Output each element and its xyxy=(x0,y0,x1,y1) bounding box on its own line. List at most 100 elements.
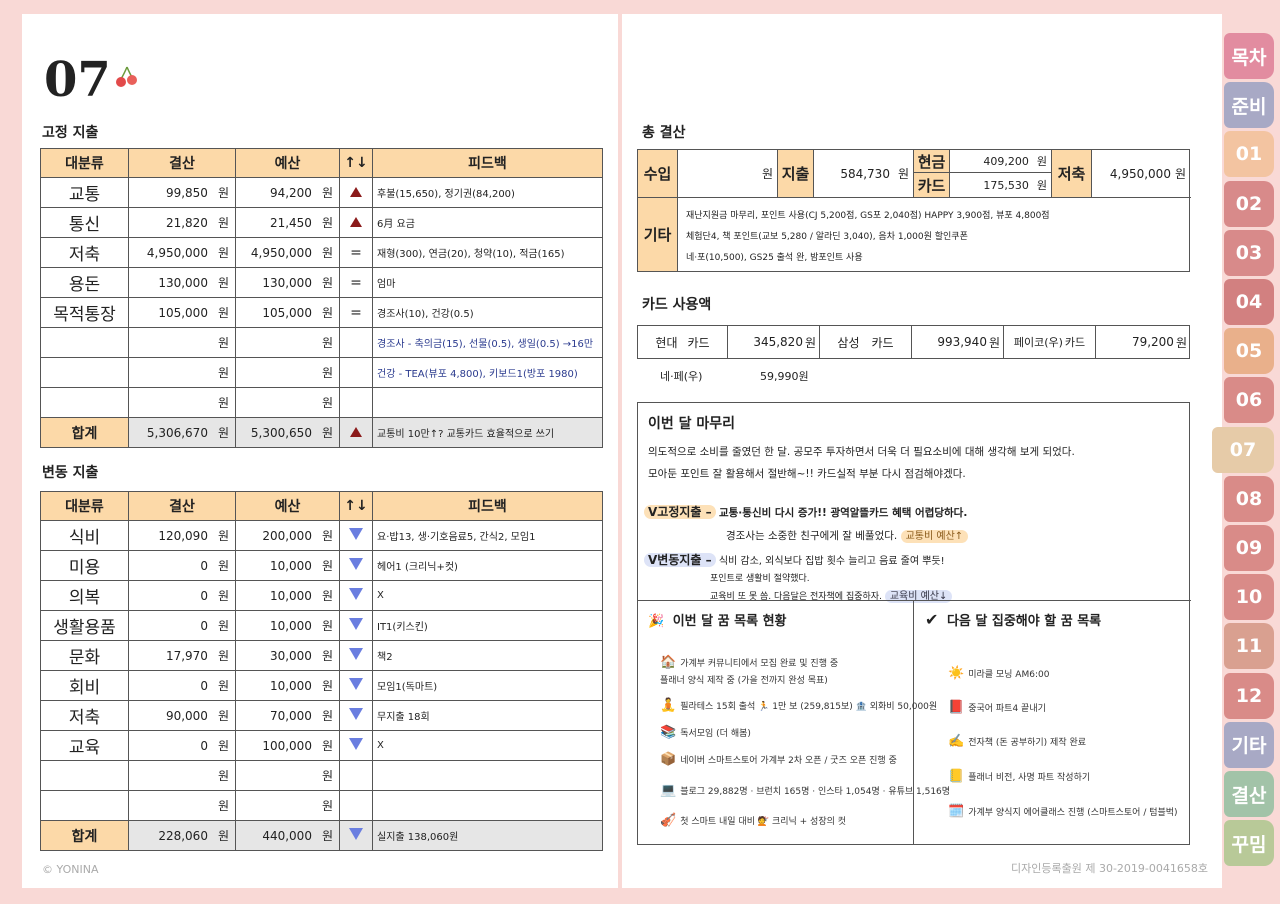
col-feedback: 피드백 xyxy=(372,491,603,521)
category-cell: 목적통장 xyxy=(40,297,129,328)
feedback-cell: 무지출 18회 xyxy=(372,700,603,731)
updown-cell xyxy=(339,700,373,731)
budget-cell: 10,000 원 xyxy=(235,610,340,641)
won-unit: 원 xyxy=(321,739,333,753)
tab-준비[interactable]: 준비 xyxy=(1224,82,1274,129)
won-unit: 원 xyxy=(321,679,333,693)
feedback-cell: 헤어1 (크리닉+컷) xyxy=(372,550,603,581)
feedback-cell: 건강 - TEA(뷰포 4,800), 키보드1(방포 1980) xyxy=(372,357,603,388)
dreams-now-title: 이번 달 꿈 목록 현황 xyxy=(672,614,787,629)
card-value: 79,200 xyxy=(1131,335,1174,349)
extra-card-name: 네·페(우) xyxy=(660,370,703,383)
budget-value: 10,000 xyxy=(269,589,312,603)
card-value: 993,940 xyxy=(937,335,987,349)
tab-03[interactable]: 03 xyxy=(1224,229,1274,276)
actual-value: 0 xyxy=(200,589,208,603)
variable-review-line: 포인트로 생활비 절약했다. xyxy=(710,574,810,584)
dream-item: 🗓️ 가계부 양식지 에어클래스 진행 (스마트스토어 / 텀블벅) xyxy=(948,804,1178,819)
tab-04[interactable]: 04 xyxy=(1224,279,1274,325)
won-unit: 원 xyxy=(217,246,229,260)
table-row: 회비 0 원 10,000 원 모임1(독마트) xyxy=(40,670,603,701)
category-cell: 교통 xyxy=(40,177,129,208)
right-page: 총 결산 수입 원 지출 584,730 원 현금 409,200 원 카드 1… xyxy=(622,14,1222,888)
tab-목차[interactable]: 목차 xyxy=(1224,33,1274,79)
dream-item-icon: 🧘 xyxy=(660,698,677,713)
table-row: 교통 99,850 원 94,200 원 후불(15,650), 정기권(84,200) xyxy=(40,177,603,208)
dream-item-text: 가계부 커뮤니티에서 모집 완료 및 진행 중 xyxy=(680,659,839,669)
other-line: 네·포(10,500), GS25 출석 완, 밤포인트 사용 xyxy=(686,253,863,263)
won-unit: 원 xyxy=(988,335,1000,350)
table-row: 원원 xyxy=(40,790,603,821)
col-budget: 예산 xyxy=(235,491,340,521)
variable-review-head: V변동지출 – xyxy=(644,553,716,567)
tab-11[interactable]: 11 xyxy=(1224,623,1274,670)
income-label: 수입 xyxy=(638,150,678,197)
col-actual: 결산 xyxy=(128,148,236,178)
category-cell xyxy=(40,387,129,418)
category-cell: 저축 xyxy=(40,700,129,731)
updown-cell xyxy=(339,357,373,388)
budget-cell: 10,000 원 xyxy=(235,670,340,701)
savings-label: 저축 xyxy=(1052,150,1092,197)
won-unit: 원 xyxy=(217,769,229,783)
table-row: 원 원 건강 - TEA(뷰포 4,800), 키보드1(방포 1980) xyxy=(40,357,603,388)
actual-value: 21,820 xyxy=(165,216,208,230)
won-unit: 원 xyxy=(217,366,229,380)
budget-value: 10,000 xyxy=(269,619,312,633)
tab-10[interactable]: 10 xyxy=(1224,574,1274,621)
tab-기타[interactable]: 기타 xyxy=(1224,721,1274,768)
won-unit: 원 xyxy=(321,306,333,320)
actual-cell: 0원 xyxy=(128,730,236,761)
feedback-cell: 재형(300), 연금(20), 청약(10), 적금(165) xyxy=(372,237,603,268)
budget-value: 4,950,000 xyxy=(250,246,312,260)
budget-cell: 10,000 원 xyxy=(235,550,340,581)
dream-item-icon: 📚 xyxy=(660,725,677,740)
feedback-cell: X xyxy=(372,580,603,611)
actual-value: 5,306,670 xyxy=(146,426,208,440)
tab-07[interactable]: 07 xyxy=(1212,426,1274,473)
updown-cell xyxy=(339,207,373,238)
actual-cell: 원 xyxy=(128,760,236,791)
tab-결산[interactable]: 결산 xyxy=(1224,771,1274,817)
updown-cell xyxy=(339,670,373,701)
card-suffix: 카드 xyxy=(687,335,710,350)
updown-cell xyxy=(339,640,373,671)
won-unit: 원 xyxy=(1036,179,1047,192)
updown-cell xyxy=(339,790,373,821)
other-line: 체험단4, 책 포인트(교보 5,280 / 알라딘 3,040), 음차 1,… xyxy=(686,232,968,242)
category-cell: 의복 xyxy=(40,580,129,611)
won-unit: 원 xyxy=(804,335,816,350)
dream-item: 🏠 가계부 커뮤니티에서 모집 완료 및 진행 중 xyxy=(660,655,838,670)
tab-꾸밈[interactable]: 꾸밈 xyxy=(1224,820,1274,867)
tab-12[interactable]: 12 xyxy=(1224,672,1274,719)
dream-item: ✍️ 전자책 (돈 공부하기) 제작 완료 xyxy=(948,734,1086,749)
tab-02[interactable]: 02 xyxy=(1224,180,1274,227)
budget-cell: 105,000 원 xyxy=(235,297,340,328)
tab-09[interactable]: 09 xyxy=(1224,525,1274,571)
won-unit: 원 xyxy=(321,709,333,723)
tab-01[interactable]: 01 xyxy=(1224,131,1274,178)
tab-06[interactable]: 06 xyxy=(1224,377,1274,424)
won-unit: 원 xyxy=(321,559,333,573)
dream-item-text: 플래너 비전, 사명 파트 작성하기 xyxy=(968,773,1091,783)
savings-value: 4,950,000 xyxy=(1109,166,1171,181)
updown-cell xyxy=(339,580,373,611)
actual-cell: 0원 xyxy=(128,670,236,701)
dream-item: 💻 블로그 29,882명 · 브런치 165명 · 인스타 1,054명 · 유… xyxy=(660,783,950,798)
other-line: 재난지원금 마무리, 포인트 사용(CJ 5,200점, GS포 2,040점)… xyxy=(686,211,1050,221)
tab-05[interactable]: 05 xyxy=(1224,328,1274,375)
actual-value: 228,060 xyxy=(158,829,208,843)
feedback-cell: 경조사(10), 건강(0.5) xyxy=(372,297,603,328)
dream-item-icon: 🏠 xyxy=(660,655,677,670)
dream-item-text: 미라클 모닝 AM6:00 xyxy=(968,670,1050,680)
table-row: 원 원 경조사 - 축의금(15), 선물(0.5), 생일(0.5) →16만 xyxy=(40,327,603,358)
expense-label: 지출 xyxy=(778,150,814,197)
col-actual: 결산 xyxy=(128,491,236,521)
tab-08[interactable]: 08 xyxy=(1224,475,1274,522)
variable-expense-table: 대분류 결산 예산 ↑↓ 피드백 식비 120,090 원 200,000 원 요·밥13… xyxy=(40,491,603,851)
actual-value: 0 xyxy=(200,739,208,753)
equal-sign: = xyxy=(350,274,362,291)
table-row: 의복 0 원 10,000 원 X xyxy=(40,580,603,611)
table-row: 원원 xyxy=(40,387,603,418)
table-row: 저축 4,950,000 원 4,950,000 원 = 재형(300), 연금(20), … xyxy=(40,237,603,268)
